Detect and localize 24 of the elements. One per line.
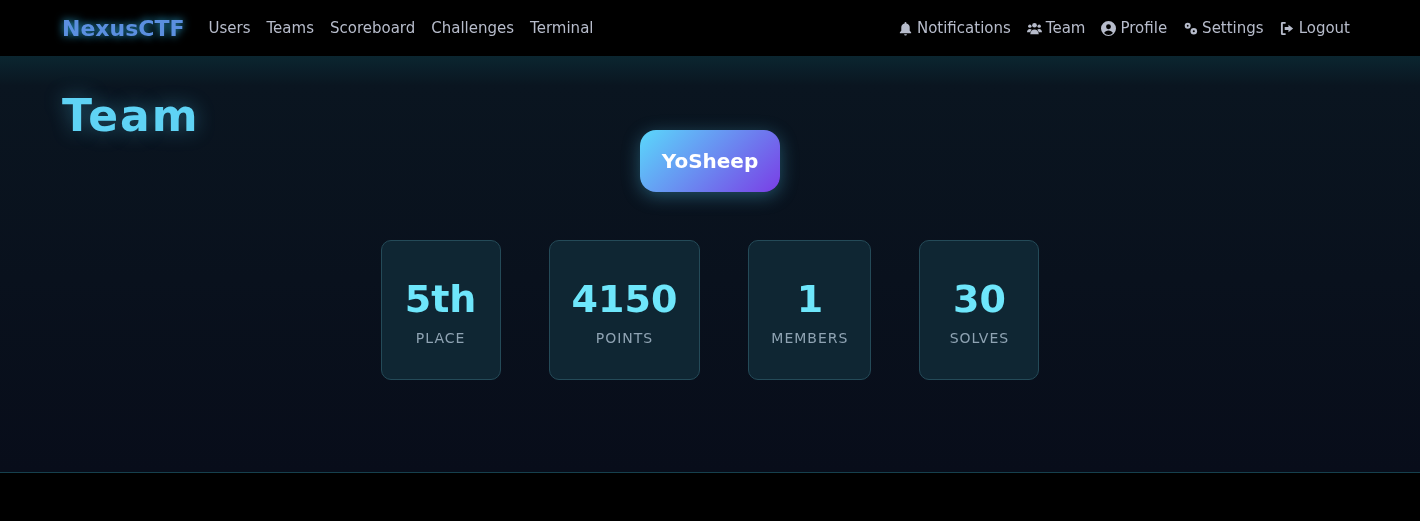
stat-label: PLACE [415,329,466,348]
logout-icon [1279,20,1295,36]
brand-logo[interactable]: NexusCTF [62,11,185,45]
nav-link[interactable]: Team [1026,16,1086,40]
bell-icon [897,20,913,36]
nav-link[interactable]: Challenges [431,16,515,40]
stat-value: 4150 [571,276,678,323]
users-icon [1026,20,1042,36]
stat-label: SOLVES [949,329,1010,348]
stat-label: POINTS [595,329,654,348]
nav-link[interactable]: Scoreboard [329,16,416,40]
stat-value: 5th [404,276,477,323]
nav-link[interactable]: Teams [266,16,314,40]
stat-label: MEMBERS [771,329,849,348]
nav-link[interactable]: Terminal [530,16,594,40]
nav-link[interactable]: Logout [1279,16,1350,40]
team-name: YoSheep [639,130,781,192]
nav-link[interactable]: Users [208,16,251,40]
stat-value: 30 [952,276,1006,323]
page-title: Team [62,94,200,138]
nav-link[interactable]: Profile [1101,16,1168,40]
stat-value: 1 [796,276,824,323]
nav-link[interactable]: Notifications [897,16,1011,40]
nav-link[interactable]: Settings [1183,16,1264,40]
